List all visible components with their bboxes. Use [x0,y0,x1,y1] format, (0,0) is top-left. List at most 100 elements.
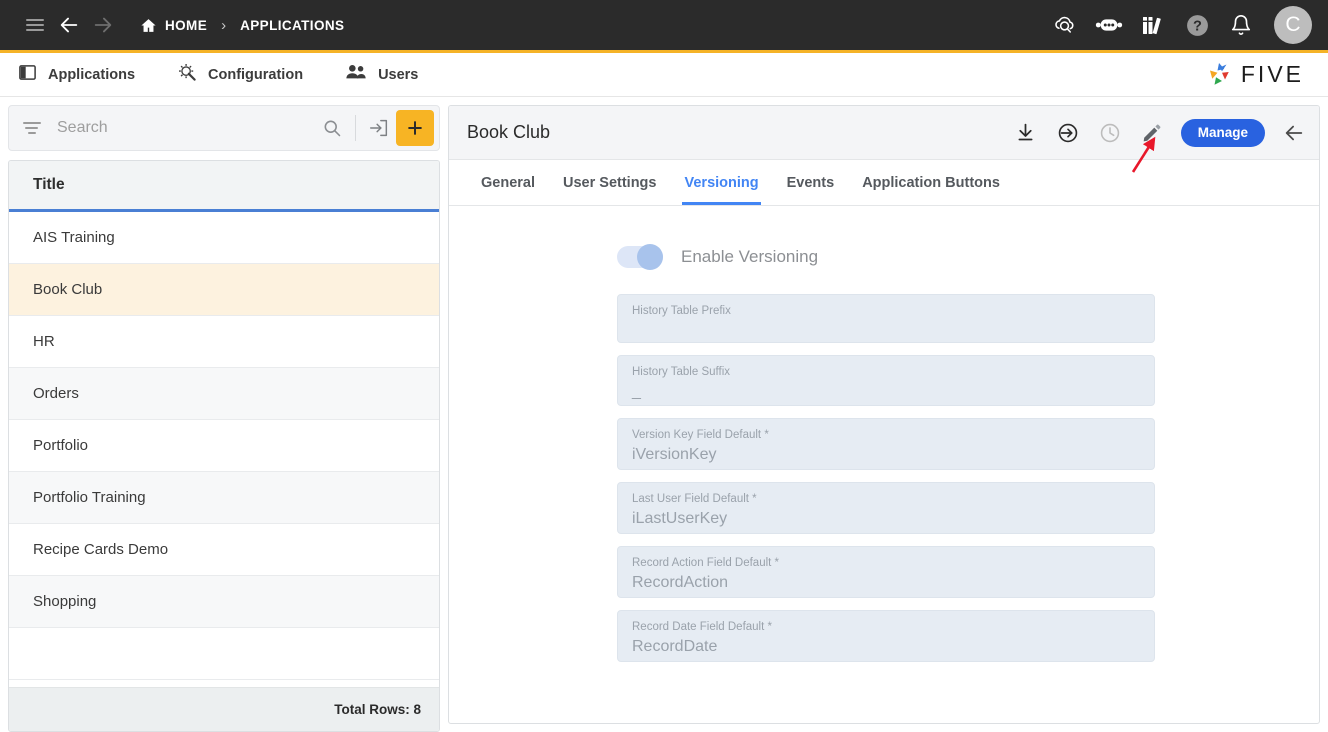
application-window: HOME › APPLICATIONS ? C Applications Con… [0,0,1328,732]
subnav-label-users: Users [378,66,419,83]
top-navigation-bar: HOME › APPLICATIONS ? C [0,0,1328,53]
field-value: RecordAction [632,574,729,591]
row-title: Recipe Cards Demo [33,541,169,558]
panel-icon [18,63,37,87]
five-pinwheel-icon [1209,62,1229,85]
robot-icon[interactable] [1094,10,1124,40]
table-row[interactable]: Recipe Cards Demo [9,524,439,576]
tab-events[interactable]: Events [773,160,849,205]
enable-versioning-row: Enable Versioning [617,244,1319,270]
history-clock-icon [1093,116,1127,150]
detail-header: Book Club Manage [449,106,1319,160]
versioning-form: Enable Versioning History Table Prefix H… [449,206,1319,723]
breadcrumb-current: APPLICATIONS [240,17,345,33]
users-icon [345,63,367,86]
gear-wrench-icon [177,62,197,87]
sidebar: Title AIS Training Book Club HR Orders P… [0,97,448,732]
tab-versioning[interactable]: Versioning [670,160,772,205]
table-row[interactable]: Book Club [9,264,439,316]
last-user-field-default-field[interactable]: Last User Field Default * iLastUserKey [617,482,1155,534]
page-title: Book Club [467,122,551,142]
field-label: History Table Suffix [632,366,731,378]
detail-panel: Book Club Manage General User Settings V… [448,105,1320,724]
five-logo: FIVE [1204,60,1304,90]
field-label: History Table Prefix [632,305,731,317]
row-title: Orders [33,385,79,402]
topbar-left-group: HOME › APPLICATIONS [18,8,344,42]
breadcrumb-home-label: HOME [165,17,208,33]
column-header-title: Title [33,176,65,193]
row-title: Book Club [33,281,103,298]
table-row[interactable]: HR [9,316,439,368]
topbar-right-group: ? C [1050,6,1312,44]
history-table-prefix-field[interactable]: History Table Prefix [617,294,1155,343]
breadcrumb: HOME › APPLICATIONS [140,17,344,34]
history-table-suffix-field[interactable]: History Table Suffix _ [617,355,1155,406]
table-row[interactable]: Portfolio [9,420,439,472]
list-footer: Total Rows: 8 [9,687,439,731]
field-value: iLastUserKey [632,510,728,527]
tab-user-settings[interactable]: User Settings [549,160,670,205]
search-bar [8,105,440,151]
tab-application-buttons[interactable]: Application Buttons [848,160,1014,205]
subnav-item-configuration[interactable]: Configuration [177,62,303,87]
list-column-header[interactable]: Title [9,161,439,212]
breadcrumb-home[interactable]: HOME [140,17,207,34]
row-title: Portfolio Training [33,489,146,506]
tab-general[interactable]: General [467,160,549,205]
download-icon[interactable] [1009,116,1043,150]
home-icon [141,18,156,32]
record-action-field-default-field[interactable]: Record Action Field Default * RecordActi… [617,546,1155,598]
enable-versioning-label: Enable Versioning [681,247,819,266]
table-row[interactable]: Shopping [9,576,439,628]
field-label: Version Key Field Default * [632,429,769,441]
search-input[interactable] [43,119,317,137]
table-row[interactable]: Orders [9,368,439,420]
bell-icon[interactable] [1226,10,1256,40]
main-body: Title AIS Training Book Club HR Orders P… [0,97,1328,732]
toolbar-divider [355,115,356,141]
field-label: Record Action Field Default * [632,557,780,569]
enable-versioning-toggle[interactable] [617,244,663,270]
field-label: Last User Field Default * [632,493,757,505]
row-title: Portfolio [33,437,89,454]
row-title: AIS Training [33,229,115,246]
filter-icon[interactable] [23,122,43,134]
applications-list-card: Title AIS Training Book Club HR Orders P… [8,160,440,732]
edit-pencil-icon[interactable] [1135,116,1169,150]
import-icon[interactable] [364,113,394,143]
cloud-check-icon[interactable] [1050,10,1080,40]
total-rows-label: Total Rows: 8 [334,702,421,717]
user-avatar[interactable]: C [1274,6,1312,44]
detail-header-actions: Manage [1009,116,1311,150]
manage-button[interactable]: Manage [1180,118,1265,147]
applications-list: AIS Training Book Club HR Orders Portfol… [9,212,439,687]
books-icon[interactable] [1138,10,1168,40]
subnav-item-applications[interactable]: Applications [18,63,135,87]
arrow-left-icon[interactable] [52,8,86,42]
table-row[interactable]: Portfolio Training [9,472,439,524]
search-icon[interactable] [317,113,347,143]
record-date-field-default-field[interactable]: Record Date Field Default * RecordDate [617,610,1155,662]
subnav-label-configuration: Configuration [208,66,304,83]
subnav-item-users[interactable]: Users [345,63,418,86]
arrow-right-icon[interactable] [86,8,120,42]
field-value: RecordDate [632,638,718,655]
subnav-label-applications: Applications [48,66,136,83]
add-application-button[interactable] [396,110,434,146]
deploy-icon[interactable] [1051,116,1085,150]
detail-pane: Book Club Manage General User Settings V… [448,97,1328,732]
hamburger-menu-icon[interactable] [18,8,52,42]
breadcrumb-separator: › [221,16,227,34]
table-row-empty [9,628,439,680]
svg-text:?: ? [1193,18,1202,34]
table-row[interactable]: AIS Training [9,212,439,264]
close-detail-arrow-left-icon[interactable] [1277,116,1311,150]
version-key-field-default-field[interactable]: Version Key Field Default * iVersionKey [617,418,1155,470]
secondary-navigation-bar: Applications Configuration Users FIVE [0,53,1328,97]
field-value: iVersionKey [632,446,717,463]
tab-bar: General User Settings Versioning Events … [449,160,1319,206]
help-icon[interactable]: ? [1182,10,1212,40]
row-title: Shopping [33,593,97,610]
field-value: _ [632,383,641,400]
